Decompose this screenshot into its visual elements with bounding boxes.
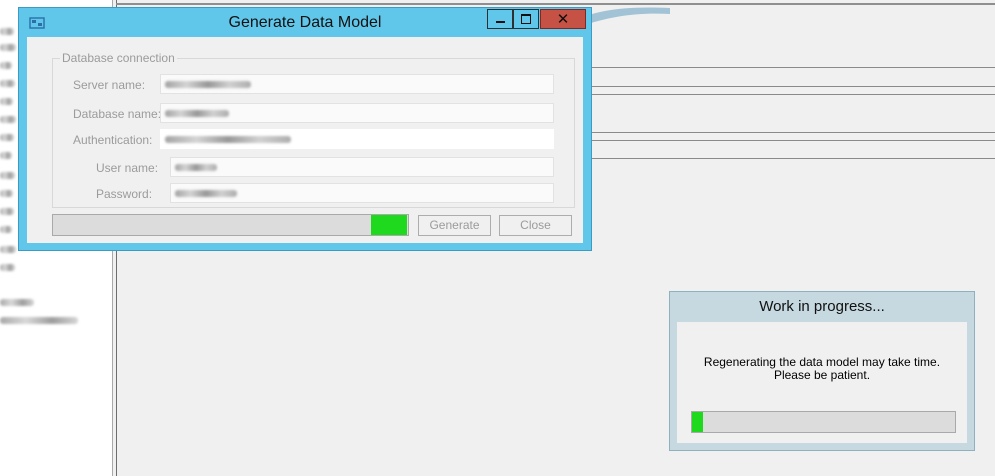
database-connection-group: Database connection Server name: Databas… xyxy=(52,51,575,208)
wip-message-line2: Please be patient. xyxy=(773,368,871,382)
database-name-input[interactable] xyxy=(160,103,554,123)
user-name-input[interactable] xyxy=(170,157,554,177)
authentication-label: Authentication: xyxy=(73,133,153,147)
maximize-icon xyxy=(521,14,531,24)
generate-data-model-dialog: Generate Data Model ✕ Database connectio… xyxy=(18,7,592,251)
user-name-label: User name: xyxy=(96,161,159,175)
obscured-text xyxy=(165,110,229,117)
obscured-text xyxy=(0,80,15,87)
minimize-icon xyxy=(495,21,505,23)
obscured-text xyxy=(0,226,12,233)
divider xyxy=(592,94,995,95)
generate-button[interactable]: Generate xyxy=(418,215,491,236)
obscured-text xyxy=(165,81,251,88)
obscured-text xyxy=(0,28,14,35)
divider xyxy=(592,140,995,141)
wip-progress-bar xyxy=(691,411,956,433)
close-icon: ✕ xyxy=(556,9,570,28)
obscured-text xyxy=(0,208,14,215)
wip-message: Regenerating the data model may take tim… xyxy=(677,356,967,382)
obscured-text xyxy=(0,44,16,51)
obscured-text xyxy=(0,317,78,324)
password-input[interactable] xyxy=(170,183,554,203)
wip-title: Work in progress... xyxy=(759,298,885,315)
obscured-text xyxy=(0,62,12,69)
maximize-button[interactable] xyxy=(513,9,539,29)
server-name-input[interactable] xyxy=(160,74,554,94)
password-label: Password: xyxy=(96,187,153,201)
divider xyxy=(592,67,995,68)
obscured-text xyxy=(0,299,34,306)
obscured-text xyxy=(175,164,217,171)
obscured-text xyxy=(0,172,15,179)
progress-fill xyxy=(692,412,703,432)
obscured-text xyxy=(0,98,13,105)
minimize-button[interactable] xyxy=(487,9,513,29)
obscured-text xyxy=(165,136,291,143)
server-name-label: Server name: xyxy=(73,78,146,92)
divider xyxy=(592,132,995,133)
authentication-select[interactable] xyxy=(160,129,554,149)
divider xyxy=(592,158,995,159)
dialog-body: Database connection Server name: Databas… xyxy=(27,37,583,243)
wip-body: Regenerating the data model may take tim… xyxy=(677,322,967,443)
close-window-button[interactable]: ✕ xyxy=(540,9,586,29)
generation-progress-bar xyxy=(52,214,409,236)
close-button[interactable]: Close xyxy=(499,215,572,236)
obscured-text xyxy=(0,134,14,141)
work-in-progress-dialog: Work in progress... Regenerating the dat… xyxy=(669,291,975,451)
obscured-text xyxy=(0,190,13,197)
database-name-label: Database name: xyxy=(73,107,162,121)
obscured-text xyxy=(0,264,15,271)
group-title: Database connection xyxy=(60,51,177,65)
progress-fill xyxy=(371,215,407,235)
divider xyxy=(116,3,995,5)
obscured-text xyxy=(0,152,12,159)
obscured-text xyxy=(0,246,16,253)
obscured-text xyxy=(0,116,16,123)
divider xyxy=(592,86,995,87)
obscured-text xyxy=(175,190,237,197)
